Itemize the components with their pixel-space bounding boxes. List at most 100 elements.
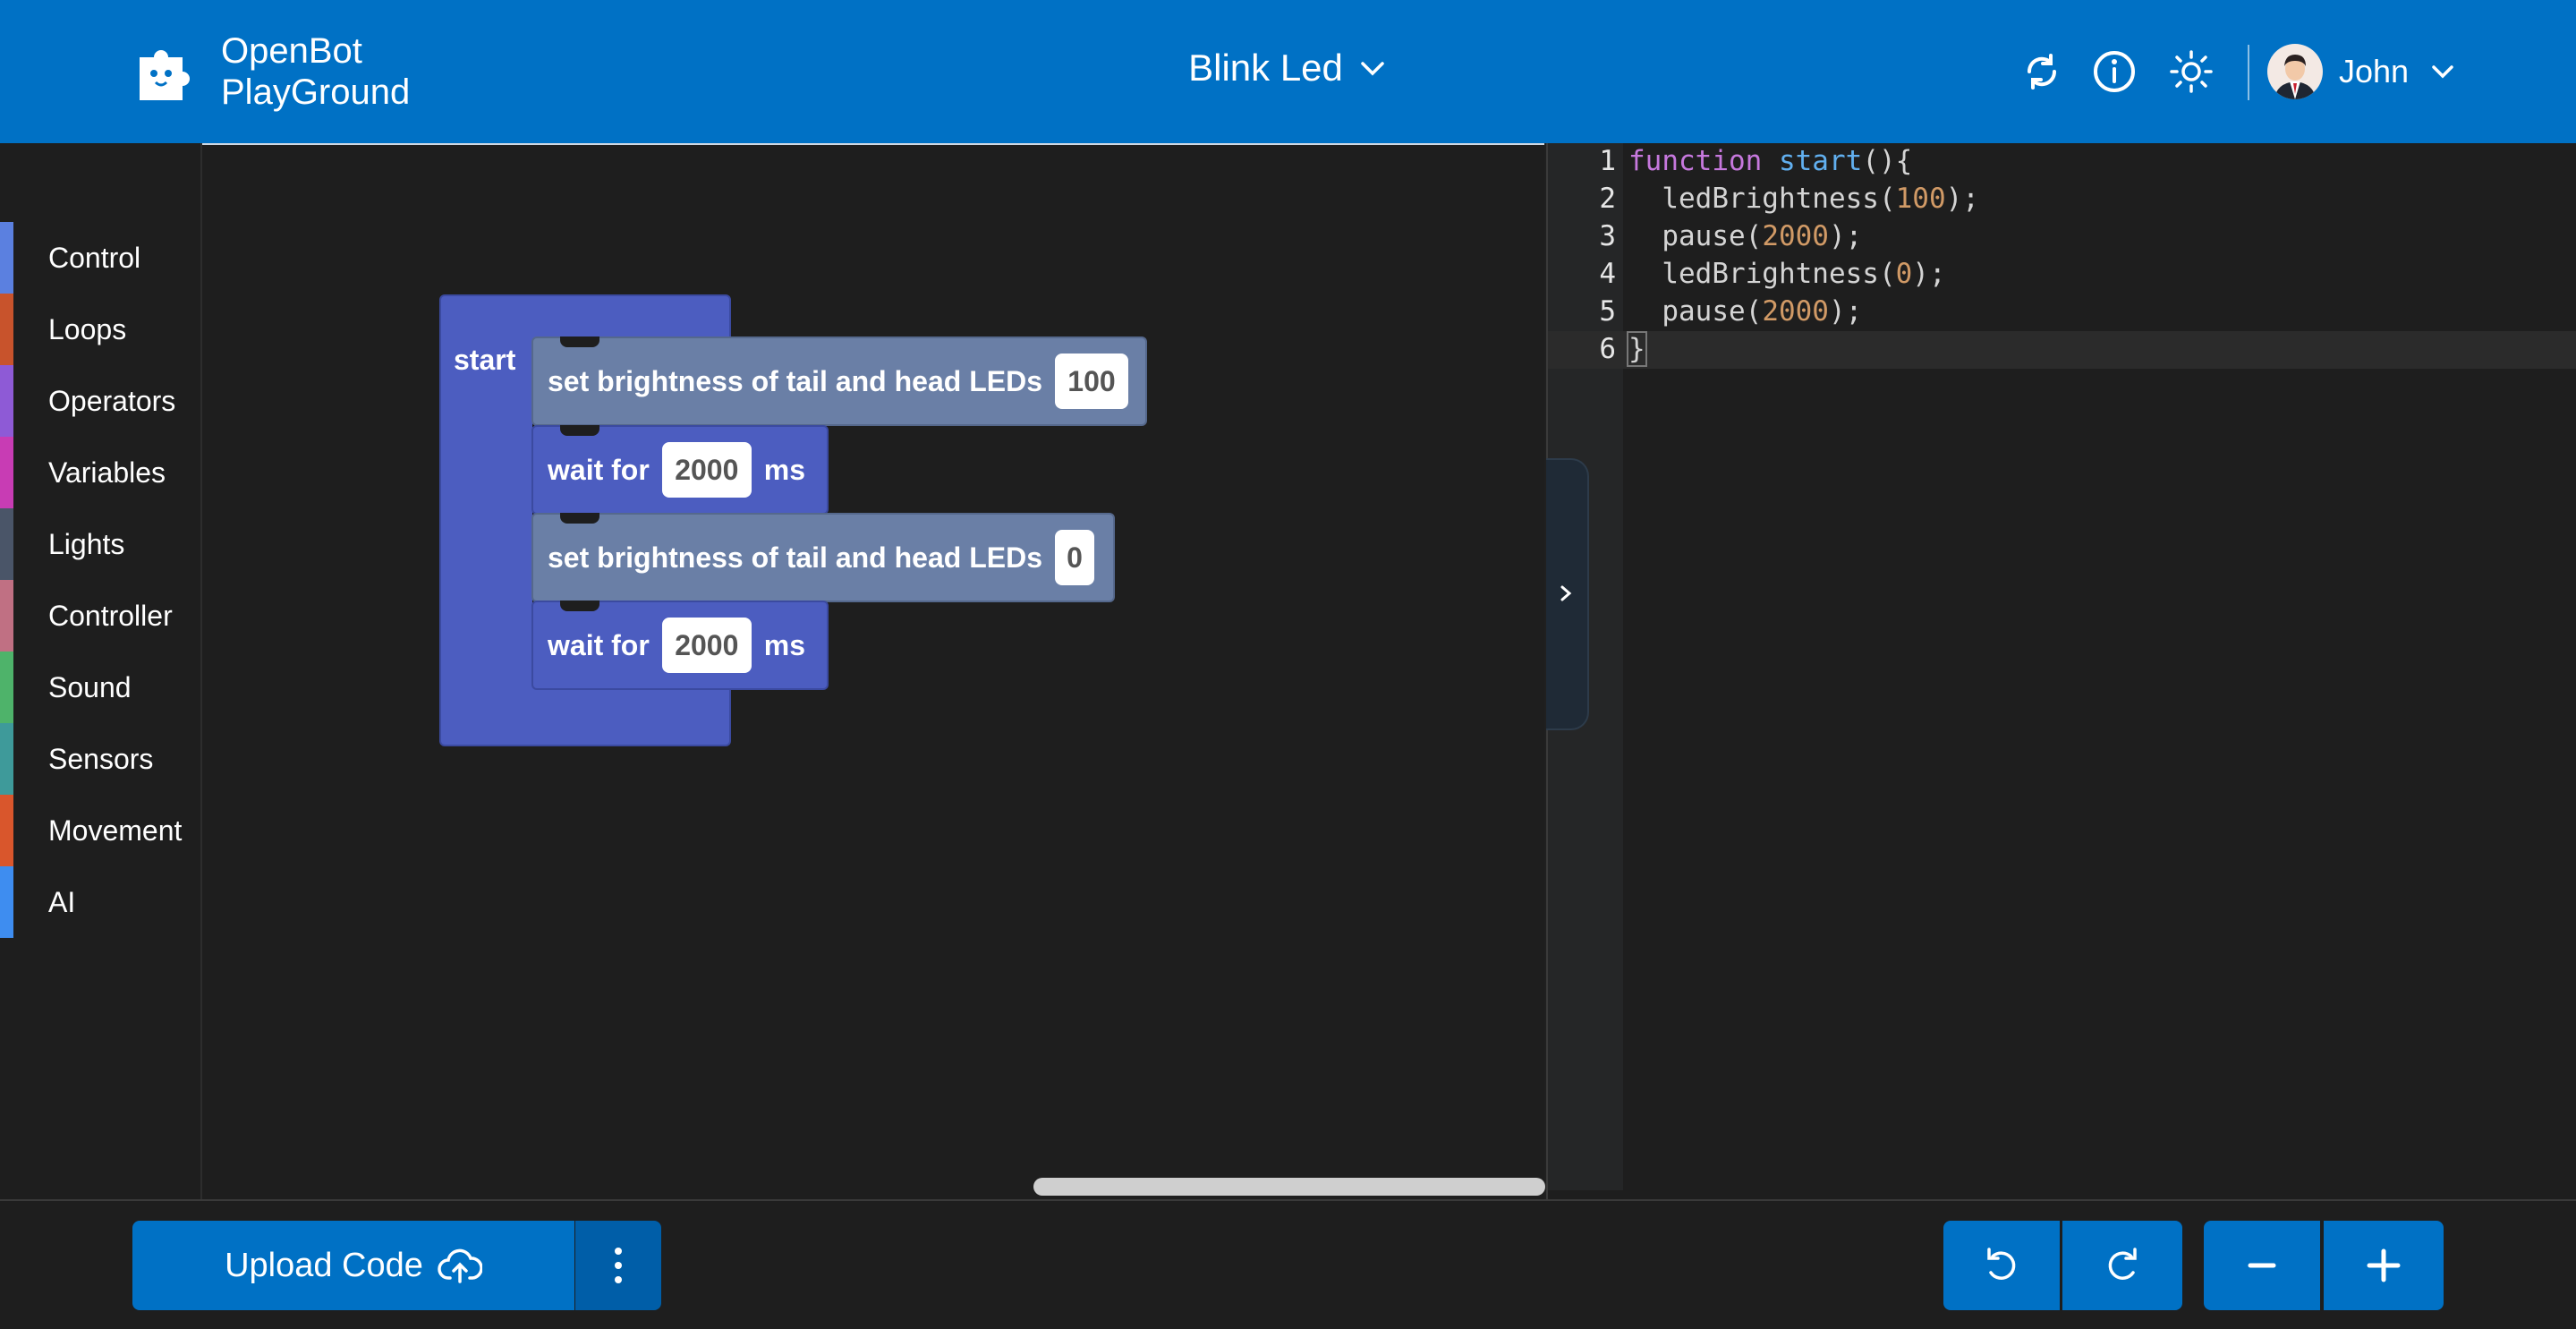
block-unit: ms [763, 628, 806, 661]
code-number: 2000 [1762, 220, 1829, 252]
wait-ms-field[interactable]: 2000 [661, 618, 752, 673]
category-color-bar [0, 652, 13, 723]
user-avatar-icon [2274, 55, 2316, 99]
brightness-value-field[interactable]: 0 [1054, 530, 1094, 585]
category-label: Controller [48, 599, 173, 632]
block-category-sidebar: Control Loops Operators Variables Lights… [0, 143, 202, 1199]
line-number: 3 [1599, 220, 1616, 252]
block-text: set brightness of tail and head LEDs [548, 364, 1042, 397]
avatar[interactable] [2267, 44, 2323, 99]
code-punct: ); [1828, 295, 1863, 328]
upload-code-label: Upload Code [225, 1246, 423, 1284]
info-icon[interactable] [2091, 48, 2138, 95]
redo-button[interactable] [2062, 1221, 2182, 1310]
block-notch [560, 337, 599, 347]
code-line-5: pause(2000); [1628, 295, 1862, 328]
category-sound[interactable]: Sound [0, 652, 199, 723]
more-vertical-icon [615, 1248, 622, 1283]
block-notch [560, 425, 599, 436]
code-call: pause( [1628, 220, 1763, 252]
code-line-1: function start(){ [1628, 145, 1912, 177]
category-color-bar [0, 795, 13, 866]
minus-icon [2248, 1263, 2276, 1268]
blockly-workspace[interactable] [202, 143, 1544, 1201]
upload-more-options-button[interactable] [575, 1221, 661, 1310]
brightness-value-field[interactable]: 100 [1054, 354, 1128, 409]
wait-ms-field[interactable]: 2000 [661, 442, 752, 498]
category-color-bar [0, 365, 13, 437]
brand-name[interactable]: OpenBot PlayGround [221, 30, 410, 113]
category-label: Variables [48, 456, 166, 489]
block-unit: ms [763, 453, 806, 486]
code-number: 0 [1895, 258, 1913, 290]
editor-collapse-toggle[interactable] [1546, 458, 1589, 730]
block-text: set brightness of tail and head LEDs [548, 541, 1042, 574]
category-label: Lights [48, 527, 125, 560]
code-punct: ); [1945, 183, 1979, 215]
header-divider [2248, 45, 2249, 100]
led-brightness-block-1[interactable]: set brightness of tail and head LEDs 100 [531, 337, 1147, 426]
chevron-right-icon [1560, 585, 1572, 601]
code-line-3: pause(2000); [1628, 220, 1862, 252]
category-color-bar [0, 723, 13, 795]
cloud-upload-icon [438, 1248, 482, 1283]
redo-icon [2108, 1248, 2137, 1280]
app-header: OpenBot PlayGround Blink Led John [0, 0, 2576, 143]
zoom-in-button[interactable] [2324, 1221, 2444, 1310]
line-number: 5 [1599, 295, 1616, 328]
category-controller[interactable]: Controller [0, 580, 199, 652]
code-line-6: } [1627, 331, 1647, 367]
category-lights[interactable]: Lights [0, 508, 199, 580]
line-number: 4 [1599, 258, 1616, 290]
block-notch [560, 513, 599, 524]
category-variables[interactable]: Variables [0, 437, 199, 508]
line-number: 2 [1599, 183, 1616, 215]
category-movement[interactable]: Movement [0, 795, 199, 866]
project-selector[interactable]: Blink Led [1188, 47, 1388, 89]
matched-bracket: } [1627, 331, 1647, 367]
code-punct: ); [1912, 258, 1946, 290]
code-number: 2000 [1762, 295, 1829, 328]
led-brightness-block-2[interactable]: set brightness of tail and head LEDs 0 [531, 513, 1115, 602]
puzzle-logo-icon[interactable] [134, 38, 202, 106]
start-block-bottom[interactable] [439, 687, 731, 746]
code-call: ledBrightness( [1628, 183, 1896, 215]
plus-icon [2367, 1248, 2401, 1282]
category-color-bar [0, 580, 13, 652]
user-name[interactable]: John [2339, 53, 2409, 90]
upload-code-button[interactable]: Upload Code [132, 1221, 574, 1310]
category-label: Operators [48, 384, 176, 417]
category-operators[interactable]: Operators [0, 365, 199, 437]
active-line-highlight [1548, 331, 2576, 369]
code-line-4: ledBrightness(0); [1628, 258, 1946, 290]
category-control[interactable]: Control [0, 222, 199, 294]
category-ai[interactable]: AI [0, 866, 199, 938]
category-color-bar [0, 866, 13, 938]
chevron-down-icon [1361, 62, 1384, 76]
code-function-name: start [1778, 145, 1863, 177]
line-number: 6 [1599, 333, 1616, 365]
category-label: Sound [48, 670, 132, 703]
category-loops[interactable]: Loops [0, 294, 199, 365]
user-menu-chevron-icon[interactable] [2428, 57, 2457, 86]
workspace-horizontal-scrollbar[interactable] [1033, 1178, 1545, 1196]
category-color-bar [0, 508, 13, 580]
category-color-bar [0, 437, 13, 508]
start-block-side[interactable] [439, 336, 532, 694]
block-text: wait for [548, 628, 650, 661]
sync-icon[interactable] [2019, 48, 2065, 95]
zoom-out-button[interactable] [2204, 1221, 2320, 1310]
project-name: Blink Led [1188, 47, 1343, 89]
category-color-bar [0, 222, 13, 294]
code-punct: ); [1828, 220, 1863, 252]
category-sensors[interactable]: Sensors [0, 723, 199, 795]
line-number: 1 [1599, 145, 1616, 177]
category-label: Movement [48, 814, 183, 847]
brand-line-1: OpenBot [221, 31, 362, 71]
wait-block-2[interactable]: wait for 2000 ms [531, 601, 829, 690]
start-block-label: start [454, 344, 516, 376]
undo-button[interactable] [1943, 1221, 2060, 1310]
wait-block-1[interactable]: wait for 2000 ms [531, 425, 829, 515]
code-call: ledBrightness( [1628, 258, 1896, 290]
sun-icon[interactable] [2168, 48, 2215, 95]
